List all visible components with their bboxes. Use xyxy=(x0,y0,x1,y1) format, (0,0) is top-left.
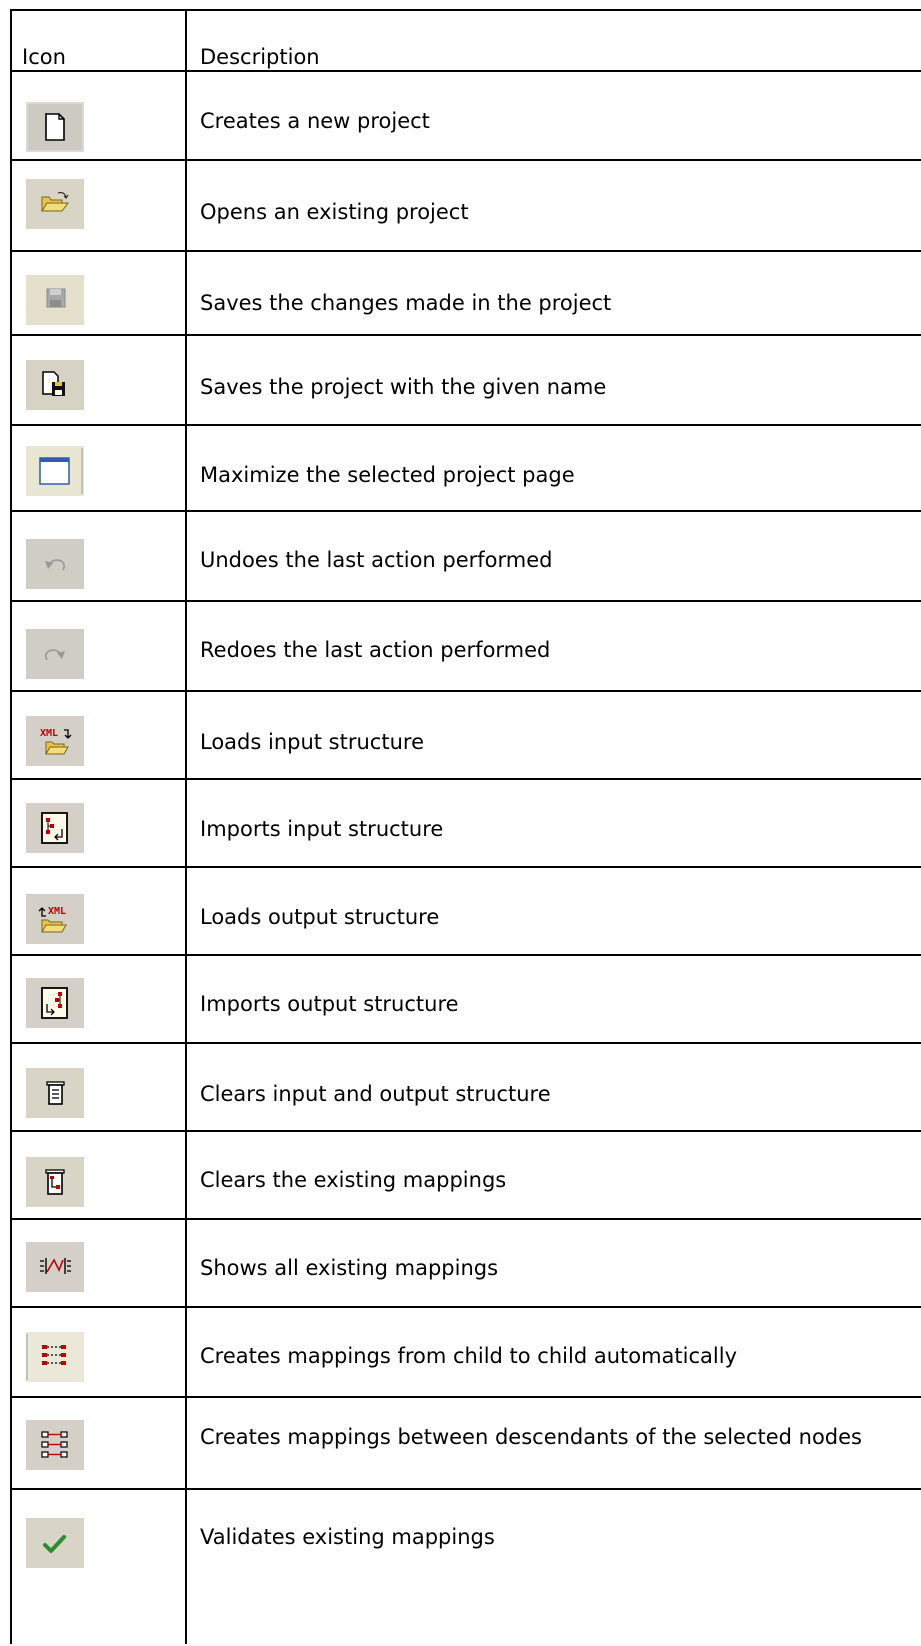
table-row: Saves the project with the given name xyxy=(12,336,921,426)
row-description: Saves the project with the given name xyxy=(200,375,607,399)
row-description: Imports output structure xyxy=(200,992,459,1016)
row-description: Opens an existing project xyxy=(200,200,469,224)
redo-icon xyxy=(26,629,84,679)
row-description: Loads output structure xyxy=(200,905,440,929)
new-project-icon xyxy=(26,102,84,152)
open-folder-icon xyxy=(26,179,84,229)
save-as-icon xyxy=(26,360,84,410)
load-input-xml-icon: XML xyxy=(26,716,84,766)
header-icon-label: Icon xyxy=(22,45,66,69)
maximize-icon xyxy=(26,446,84,496)
show-mappings-icon xyxy=(26,1242,84,1292)
row-description: Redoes the last action performed xyxy=(200,638,551,662)
undo-icon xyxy=(26,539,84,589)
table-row: XML Loads input structure xyxy=(12,692,921,780)
child-mappings-icon xyxy=(26,1332,84,1382)
table-row: XML Loads output structure xyxy=(12,868,921,956)
table-row: Imports input structure xyxy=(12,780,921,868)
table-row: Maximize the selected project page xyxy=(12,426,921,512)
table-row: Opens an existing project xyxy=(12,161,921,252)
row-description: Loads input structure xyxy=(200,730,424,754)
descendant-mappings-icon xyxy=(26,1420,84,1470)
clear-structure-icon xyxy=(26,1068,84,1118)
row-description: Undoes the last action performed xyxy=(200,548,553,572)
load-output-xml-icon: XML xyxy=(26,894,84,944)
table-row: Validates existing mappings xyxy=(12,1490,921,1646)
row-description: Creates a new project xyxy=(200,109,430,133)
header-description-label: Description xyxy=(200,45,320,69)
table-header-row: Icon Description xyxy=(12,11,921,72)
row-description: Creates mappings from child to child aut… xyxy=(200,1344,737,1368)
table-row: Clears input and output structure xyxy=(12,1044,921,1132)
table-row: Creates a new project xyxy=(12,72,921,161)
icon-description-table: Icon Description Creates a new project O… xyxy=(10,9,921,1644)
svg-text:XML: XML xyxy=(48,906,66,917)
table-row: Saves the changes made in the project xyxy=(12,252,921,336)
row-description: Clears the existing mappings xyxy=(200,1168,507,1192)
row-description: Clears input and output structure xyxy=(200,1082,551,1106)
table-row: Imports output structure xyxy=(12,956,921,1044)
table-row: Shows all existing mappings xyxy=(12,1220,921,1308)
validate-icon xyxy=(26,1518,84,1568)
svg-text:XML: XML xyxy=(40,728,58,739)
import-input-icon xyxy=(26,803,84,853)
table-row: Redoes the last action performed xyxy=(12,602,921,692)
import-output-icon xyxy=(26,978,84,1028)
row-description: Maximize the selected project page xyxy=(200,463,575,487)
row-description: Shows all existing mappings xyxy=(200,1256,499,1280)
table-row: Creates mappings between descendants of … xyxy=(12,1398,921,1490)
table-row: Creates mappings from child to child aut… xyxy=(12,1308,921,1398)
row-description: Creates mappings between descendants of … xyxy=(200,1425,863,1449)
row-description: Validates existing mappings xyxy=(200,1525,495,1549)
save-icon xyxy=(26,275,84,325)
clear-mappings-icon xyxy=(26,1157,84,1207)
table-row: Undoes the last action performed xyxy=(12,512,921,602)
row-description: Saves the changes made in the project xyxy=(200,291,612,315)
row-description: Imports input structure xyxy=(200,817,444,841)
table-row: Clears the existing mappings xyxy=(12,1132,921,1220)
